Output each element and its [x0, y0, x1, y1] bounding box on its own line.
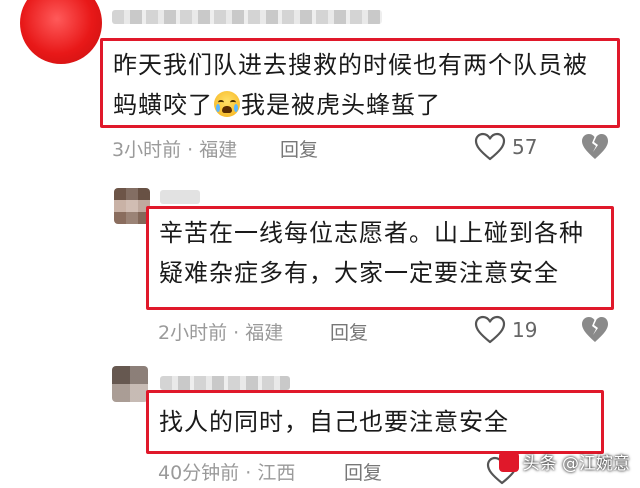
crying-face-icon: [214, 91, 240, 117]
reply-button[interactable]: 回复: [280, 135, 318, 162]
separator: ·: [227, 322, 246, 344]
avatar[interactable]: [114, 188, 150, 224]
comment-text-line: 找人的同时，自己也要注意安全: [159, 408, 509, 436]
heart-icon[interactable]: [474, 132, 506, 162]
username[interactable]: [112, 10, 382, 24]
avatar[interactable]: [112, 366, 148, 402]
location: 江西: [257, 462, 296, 484]
comment-text-line: 辛苦在一线每位志愿者。山上碰到各种: [159, 219, 584, 247]
reply-button[interactable]: 回复: [330, 318, 368, 345]
comment-meta: 40分钟前 · 江西: [158, 458, 295, 485]
comment-text-box: 昨天我们队进去搜救的时候也有两个队员被 蚂蟥咬了 我是被虎头蜂蜇了: [100, 38, 620, 128]
timestamp: 3小时前: [112, 139, 182, 161]
watermark-text: 头条 @江婉意: [522, 454, 630, 474]
comment-text-line: 昨天我们队进去搜救的时候也有两个队员被: [113, 51, 588, 79]
like-count: 19: [512, 318, 538, 342]
separator: ·: [181, 139, 200, 161]
timestamp: 2小时前: [158, 322, 228, 344]
comment-text-line: 蚂蟥咬了 我是被虎头蜂蜇了: [113, 91, 441, 119]
timestamp: 40分钟前: [158, 462, 240, 484]
username[interactable]: [160, 190, 200, 204]
broken-heart-icon[interactable]: [580, 132, 610, 162]
comment-text-line: 疑难杂症多有，大家一定要注意安全: [159, 259, 559, 287]
location: 福建: [199, 139, 238, 161]
separator: ·: [239, 462, 258, 484]
comment-text-box: 找人的同时，自己也要注意安全: [146, 390, 604, 454]
comment-meta: 2小时前 · 福建: [158, 318, 283, 345]
like-count: 57: [512, 135, 538, 159]
location: 福建: [245, 322, 284, 344]
username[interactable]: [160, 376, 290, 390]
broken-heart-icon[interactable]: [580, 315, 610, 345]
avatar[interactable]: [20, 0, 102, 64]
toutiao-logo-icon: [498, 452, 519, 472]
comment-text-box: 辛苦在一线每位志愿者。山上碰到各种 疑难杂症多有，大家一定要注意安全: [146, 206, 614, 310]
heart-icon[interactable]: [474, 315, 506, 345]
comment-meta: 3小时前 · 福建: [112, 135, 237, 162]
reply-button[interactable]: 回复: [344, 458, 382, 485]
watermark: 头条 @江婉意: [498, 449, 630, 474]
